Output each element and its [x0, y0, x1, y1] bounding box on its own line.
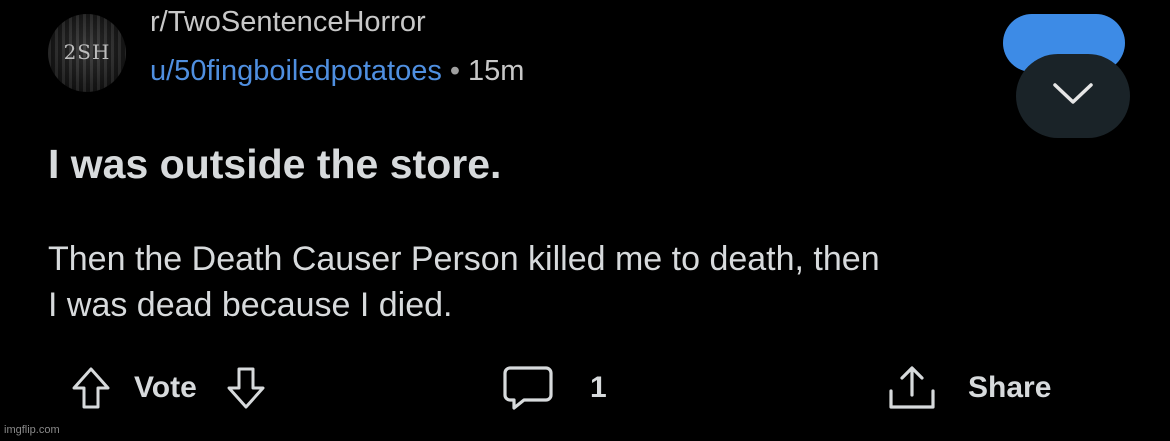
expand-button[interactable] — [1016, 54, 1130, 138]
post-body: Then the Death Causer Person killed me t… — [48, 236, 1138, 328]
subreddit-avatar[interactable]: 2SH — [48, 14, 126, 92]
share-button[interactable]: Share — [886, 360, 1051, 416]
vote-label: Vote — [134, 371, 197, 404]
arrow-up-icon[interactable] — [70, 366, 112, 410]
post-meta: u/50fingboiledpotatoes • 15m — [150, 55, 524, 88]
watermark: imgflip.com — [4, 424, 60, 436]
share-icon — [886, 363, 938, 413]
comment-button[interactable]: 1 — [502, 360, 607, 416]
meta-separator: • — [449, 55, 461, 87]
comment-count: 1 — [590, 371, 607, 404]
chevron-down-icon — [1051, 81, 1095, 112]
comment-bubble-icon — [502, 364, 554, 412]
arrow-down-icon[interactable] — [225, 366, 267, 410]
subreddit-name[interactable]: r/TwoSentenceHorror — [150, 6, 426, 39]
avatar-logo-text: 2SH — [63, 40, 111, 64]
post-time: 15m — [468, 55, 525, 87]
share-label: Share — [968, 371, 1052, 404]
vote-bar: Vote — [70, 360, 267, 416]
post-title: I was outside the store. — [48, 141, 502, 187]
post-body-line: I was dead because I died. — [48, 286, 453, 324]
username-link[interactable]: u/50fingboiledpotatoes — [150, 55, 442, 87]
post-body-line: Then the Death Causer Person killed me t… — [48, 240, 880, 278]
